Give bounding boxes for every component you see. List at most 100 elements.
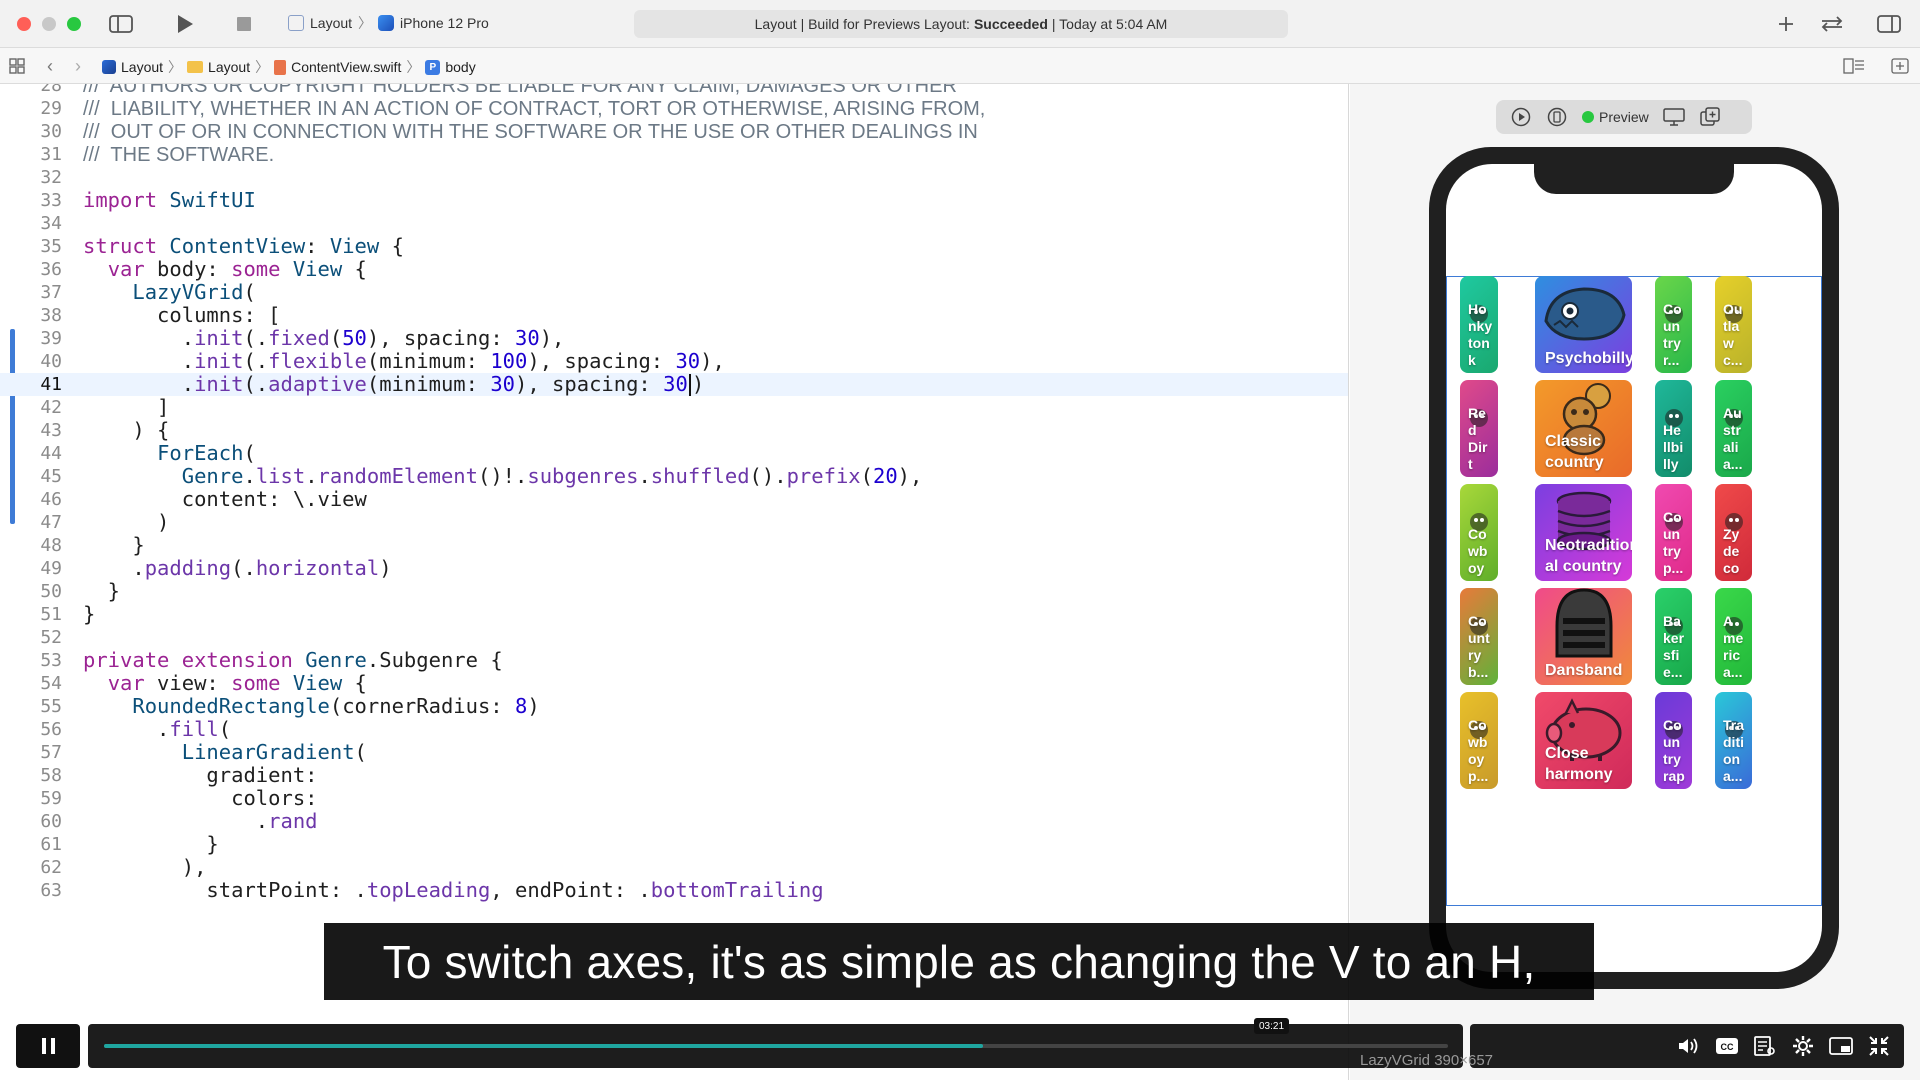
genre-tile-label: Classic country [1545,433,1604,471]
jump-bar: ‹ › Layout 〉 Layout 〉 ContentView.swift … [0,48,1920,84]
inspector-toggle-icon[interactable] [1876,13,1902,35]
scheme-device-label[interactable]: iPhone 12 Pro [400,15,489,31]
code-line[interactable]: 60 .rand [0,810,1348,833]
forward-chevron-icon[interactable]: › [70,56,86,76]
swift-file-icon [274,59,287,75]
code-line[interactable]: 58 gradient: [0,764,1348,787]
breadcrumb-file[interactable]: ContentView.swift [291,59,401,75]
code-review-icon[interactable] [1818,12,1846,36]
editor-options-icon[interactable] [1842,58,1866,74]
code-line[interactable]: 56 .fill( [0,718,1348,741]
code-line[interactable]: 29 /// LIABILITY, WHETHER IN AN ACTION OF… [0,97,1348,120]
genre-tile[interactable]: Co un try p... [1655,484,1692,581]
progress-track[interactable] [104,1044,1448,1048]
code-line[interactable]: 57 LinearGradient( [0,741,1348,764]
run-button[interactable] [173,12,197,36]
genre-tile[interactable]: Au str ali a... [1715,380,1752,477]
stop-button[interactable] [234,14,254,34]
code-line[interactable]: 51} [0,603,1348,626]
code-line[interactable]: 43 ) { [0,419,1348,442]
picture-in-picture-icon[interactable] [1828,1033,1854,1059]
code-line[interactable]: 62 ), [0,856,1348,879]
genre-tile-label: Close harmony [1545,745,1613,783]
genre-tile[interactable]: Co wb oy [1460,484,1498,581]
genre-tile[interactable]: Neotradition al country [1535,484,1632,581]
navigator-toggle-icon[interactable] [108,13,134,35]
pause-button[interactable] [16,1024,80,1068]
code-line[interactable]: 31 /// THE SOFTWARE. [0,143,1348,166]
genre-tile[interactable]: Ho nky ton k [1460,276,1498,373]
code-line[interactable]: 53 private extension Genre.Subgenre { [0,649,1348,672]
genre-tile-label: He llbi lly [1663,422,1684,472]
add-editor-icon[interactable] [1890,58,1910,74]
genre-tile[interactable]: Re d Dir t [1460,380,1498,477]
breadcrumb-project[interactable]: Layout [121,59,163,75]
text-caret [688,374,691,396]
activity-prefix: Layout | Build for Previews Layout: [754,16,970,32]
code-line[interactable]: 50 } [0,580,1348,603]
code-line[interactable]: 61 } [0,833,1348,856]
code-line[interactable]: 63 startPoint: .topLeading, endPoint: .b… [0,879,1348,902]
scheme-selector[interactable]: Layout 〉 iPhone 12 Pro [288,13,489,33]
preview-live-indicator[interactable]: Preview [1582,109,1649,125]
duplicate-preview-icon[interactable] [1699,106,1721,128]
line-number: 62 [40,857,62,878]
genre-tile[interactable]: Zy de co [1715,484,1752,581]
close-window-button[interactable] [17,17,31,31]
code-line[interactable]: 38 columns: [ [0,304,1348,327]
breadcrumb-symbol[interactable]: body [445,59,475,75]
genre-tile[interactable]: Co un try rap [1655,692,1692,789]
code-line[interactable]: 41 .init(.adaptive(minimum: 30), spacing… [0,373,1348,396]
transcript-icon[interactable] [1752,1033,1778,1059]
code-line[interactable]: 28 /// AUTHORS OR COPYRIGHT HOLDERS BE LI… [0,84,1348,97]
volume-icon[interactable] [1676,1033,1702,1059]
code-line[interactable]: 39 .init(.fixed(50), spacing: 30), [0,327,1348,350]
genre-tile[interactable]: Co un try r... [1655,276,1692,373]
code-line[interactable]: 59 colors: [0,787,1348,810]
code-line[interactable]: 32 [0,166,1348,189]
genre-tile[interactable]: A me ric a... [1715,588,1752,685]
code-line[interactable]: 55 RoundedRectangle(cornerRadius: 8) [0,695,1348,718]
inspect-preview-icon[interactable] [1546,106,1568,128]
minimize-window-button[interactable] [42,17,56,31]
lazy-grid-selection-outline[interactable] [1446,276,1822,906]
genre-tile[interactable]: Co unt ry b... [1460,588,1498,685]
breadcrumb-group[interactable]: Layout [208,59,250,75]
genre-tile[interactable]: Dansband [1535,588,1632,685]
code-line[interactable]: 46 content: \.view [0,488,1348,511]
genre-tile[interactable]: Ba ker sfi e... [1655,588,1692,685]
code-line[interactable]: 37 LazyVGrid( [0,281,1348,304]
zoom-window-button[interactable] [67,17,81,31]
genre-tile[interactable]: Psychobilly [1535,276,1632,373]
genre-tile[interactable]: Close harmony [1535,692,1632,789]
code-line[interactable]: 47 ) [0,511,1348,534]
settings-gear-icon[interactable] [1790,1033,1816,1059]
code-line[interactable]: 42 ] [0,396,1348,419]
code-line[interactable]: 33 import SwiftUI [0,189,1348,212]
code-line[interactable]: 44 ForEach( [0,442,1348,465]
genre-tile[interactable]: He llbi lly [1655,380,1692,477]
related-items-grid-icon[interactable] [8,58,26,74]
code-line[interactable]: 35 struct ContentView: View { [0,235,1348,258]
code-line[interactable]: 52 [0,626,1348,649]
code-line[interactable]: 36 var body: some View { [0,258,1348,281]
device-settings-icon[interactable] [1663,106,1685,128]
genre-tile[interactable]: Co wb oy p... [1460,692,1498,789]
genre-tile[interactable]: Classic country [1535,380,1632,477]
live-preview-play-icon[interactable] [1510,106,1532,128]
code-line[interactable]: 30 /// OUT OF OR IN CONNECTION WITH THE S… [0,120,1348,143]
code-line[interactable]: 34 [0,212,1348,235]
genre-tile[interactable]: Tra diti on a... [1715,692,1752,789]
line-number: 47 [40,512,62,533]
exit-fullscreen-icon[interactable] [1866,1033,1892,1059]
code-line[interactable]: 40 .init(.flexible(minimum: 100), spacin… [0,350,1348,373]
code-line[interactable]: 49 .padding(.horizontal) [0,557,1348,580]
genre-tile[interactable]: Ou tla w c... [1715,276,1752,373]
closed-captions-icon[interactable]: CC [1714,1033,1740,1059]
back-chevron-icon[interactable]: ‹ [42,56,58,76]
add-plus-icon[interactable] [1774,12,1798,36]
code-line[interactable]: 48 } [0,534,1348,557]
code-line[interactable]: 54 var view: some View { [0,672,1348,695]
progress-bar[interactable]: 03:21 [88,1018,1463,1068]
code-line[interactable]: 45 Genre.list.randomElement()!.subgenres… [0,465,1348,488]
